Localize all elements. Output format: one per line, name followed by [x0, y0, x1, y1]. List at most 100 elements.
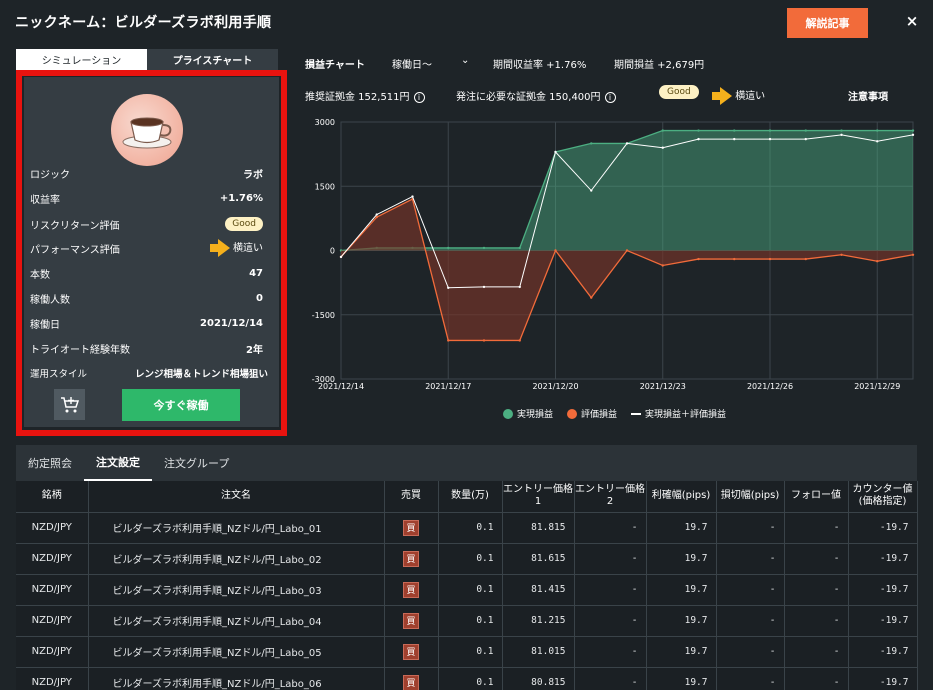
data-point: [518, 285, 521, 289]
col-order-name: 注文名: [88, 481, 385, 512]
stat-label: 運用スタイル: [30, 369, 88, 380]
run-now-button[interactable]: 今すぐ稼働: [122, 389, 240, 421]
data-point: [768, 257, 772, 261]
stat-logic: ロジック ラボ: [30, 164, 263, 182]
data-point: [661, 264, 664, 267]
table-row[interactable]: NZD/JPY ビルダーズラボ利用手順_NZドル/円_Labo_05 買 0.1 81.…: [16, 635, 918, 667]
table-row[interactable]: NZD/JPY ビルダーズラボ利用手順_NZドル/円_Labo_03 買 0.1 81.…: [16, 573, 918, 605]
cell-quantity: 0.1: [438, 542, 503, 574]
data-point: [375, 213, 378, 216]
cell-counter: -19.7: [848, 511, 918, 543]
close-icon[interactable]: ×: [903, 12, 921, 32]
data-point: [697, 257, 700, 261]
cell-symbol: NZD/JPY: [16, 635, 89, 667]
info-icon[interactable]: i: [604, 91, 616, 103]
cell-counter: -19.7: [848, 666, 918, 690]
stat-label: 収益率: [30, 194, 60, 206]
cell-follow: -: [784, 604, 849, 636]
data-point: [804, 137, 807, 141]
buy-badge: 買: [403, 581, 419, 598]
cell-side: 買: [384, 666, 439, 690]
tab-price-chart[interactable]: プライスチャート: [147, 49, 278, 70]
chart-legend: 実現損益 評価損益 実現損益＋評価損益: [503, 407, 726, 420]
required-margin-text: 発注に必要な証拠金 150,400円: [456, 92, 601, 103]
legend-label: 実現損益: [517, 410, 554, 420]
cell-stop-loss: -: [716, 573, 785, 605]
x-tick-label: 2021/12/20: [532, 382, 578, 391]
stat-label: ロジック: [30, 169, 70, 181]
data-point: [447, 286, 450, 289]
cell-symbol: NZD/JPY: [16, 573, 89, 605]
stat-label: リスクリターン評価: [30, 220, 120, 232]
stat-experience: トライオート経験年数 2年: [30, 339, 263, 357]
tab-order-settings[interactable]: 注文設定: [84, 445, 152, 481]
article-button[interactable]: 解説記事: [787, 8, 868, 38]
left-tabs: シミュレーション プライスチャート: [16, 49, 278, 70]
strategy-panel: ロジック ラボ 収益率 +1.76% リスクリターン評価 Good パフォーマン…: [24, 77, 279, 427]
cell-entry-price-1: 81.215: [502, 604, 575, 636]
tab-simulation[interactable]: シミュレーション: [16, 49, 147, 70]
chevron-down-icon[interactable]: ⌄: [461, 55, 469, 66]
cell-quantity: 0.1: [438, 511, 503, 543]
cell-entry-price-2: -: [574, 542, 647, 574]
col-entry-price-2: エントリー価格2: [574, 481, 647, 512]
data-point: [518, 246, 521, 250]
stat-label: 稼働日: [30, 319, 60, 331]
data-point: [876, 140, 879, 143]
table-row[interactable]: NZD/JPY ビルダーズラボ利用手順_NZドル/円_Labo_04 買 0.1 81.…: [16, 604, 918, 636]
cell-follow: -: [784, 666, 849, 690]
stat-value: レンジ相場＆トレンド相場狙い: [134, 369, 268, 380]
y-tick-label: 0: [330, 247, 335, 256]
data-point: [804, 257, 807, 261]
data-point: [733, 137, 736, 141]
table-row[interactable]: NZD/JPY ビルダーズラボ利用手順_NZドル/円_Labo_01 買 0.1 81.…: [16, 511, 918, 543]
performance-indicator: 横這い: [712, 87, 765, 105]
y-tick-label: 3000: [315, 118, 335, 127]
chart-title: 損益チャート: [305, 60, 365, 71]
tab-order-groups[interactable]: 注文グループ: [152, 445, 241, 481]
stat-value: 2021/12/14: [200, 317, 263, 329]
info-icon[interactable]: i: [413, 91, 425, 103]
page-title: ニックネーム：ビルダーズラボ利用手順: [15, 15, 272, 31]
stat-style: 運用スタイル レンジ相場＆トレンド相場狙い: [30, 364, 268, 382]
cell-side: 買: [384, 573, 439, 605]
orders-table: 銘柄 注文名 売買 数量(万) エントリー価格1 エントリー価格2 利確幅(pi…: [16, 481, 918, 690]
cell-order-name: ビルダーズラボ利用手順_NZドル/円_Labo_03: [88, 573, 385, 605]
cell-take-profit: 19.7: [646, 542, 717, 574]
table-row[interactable]: NZD/JPY ビルダーズラボ利用手順_NZドル/円_Labo_06 買 0.1 80.…: [16, 666, 918, 690]
performance-text: 横這い: [735, 91, 766, 102]
cell-side: 買: [384, 604, 439, 636]
data-point: [590, 189, 593, 192]
table-row[interactable]: NZD/JPY ビルダーズラボ利用手順_NZドル/円_Labo_02 買 0.1 81.…: [16, 542, 918, 574]
cell-entry-price-1: 81.415: [502, 573, 575, 605]
cell-order-name: ビルダーズラボ利用手順_NZドル/円_Labo_04: [88, 604, 385, 636]
data-point: [804, 129, 807, 132]
data-point: [518, 339, 521, 342]
data-point: [590, 142, 593, 145]
cart-button[interactable]: [54, 389, 85, 420]
cell-take-profit: 19.7: [646, 573, 717, 605]
data-point: [768, 129, 772, 132]
notes-link[interactable]: 注意事項: [848, 88, 888, 103]
cell-follow: -: [784, 511, 849, 543]
tab-executions[interactable]: 約定照会: [16, 445, 84, 481]
col-take-profit: 利確幅(pips): [646, 481, 717, 512]
recommended-margin-text: 推奨証拠金 152,511円: [305, 92, 410, 103]
stat-label: 稼働人数: [30, 294, 70, 306]
stat-label: パフォーマンス評価: [30, 244, 120, 256]
stat-value-wrap: 横這い: [209, 239, 263, 257]
buy-badge: 買: [403, 612, 419, 629]
cell-take-profit: 19.7: [646, 666, 717, 690]
cell-entry-price-2: -: [574, 573, 647, 605]
stat-performance: パフォーマンス評価 横這い: [30, 239, 263, 257]
cell-quantity: 0.1: [438, 635, 503, 667]
period-select[interactable]: 稼働日〜: [392, 56, 432, 71]
cell-counter: -19.7: [848, 573, 918, 605]
data-point: [411, 195, 414, 198]
x-tick-label: 2021/12/17: [425, 382, 471, 391]
data-point: [911, 253, 915, 256]
status-badge: Good: [225, 217, 263, 231]
stat-risk-return: リスクリターン評価 Good: [30, 215, 263, 233]
col-follow: フォロー値: [784, 481, 849, 512]
data-point: [482, 246, 486, 250]
